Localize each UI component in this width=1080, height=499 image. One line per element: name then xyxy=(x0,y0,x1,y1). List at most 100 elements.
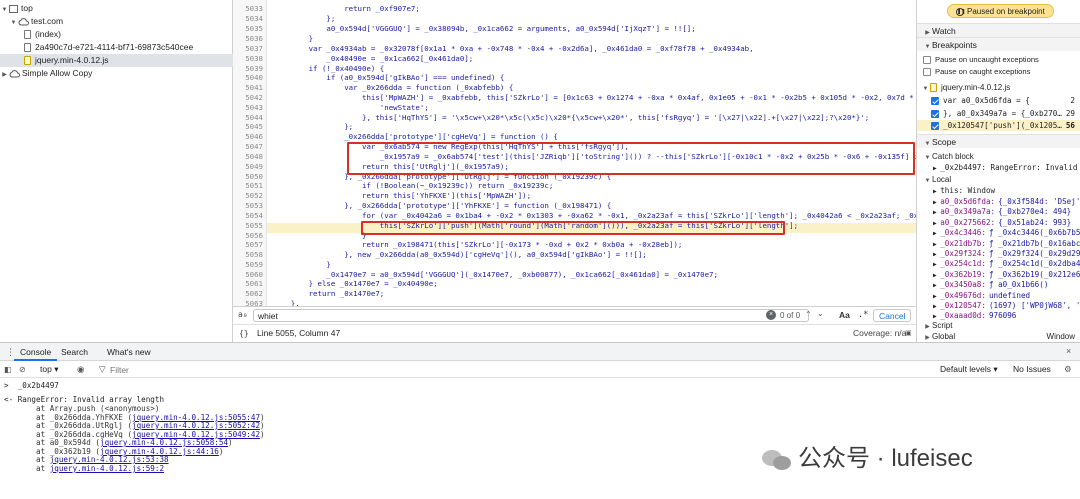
source-link[interactable]: jquery.min-4.0.12.js:5058:54 xyxy=(100,438,228,447)
regex-button[interactable]: .* xyxy=(858,310,868,320)
watch-section-header[interactable]: ▶ Watch xyxy=(917,23,1080,37)
line-number[interactable]: 5038 xyxy=(233,54,263,64)
context-selector[interactable]: top ▾ xyxy=(40,361,58,378)
global-scope-header[interactable]: ▶ Global Window xyxy=(917,331,1080,342)
sidebar-toggle-icon[interactable]: ◧ xyxy=(4,361,12,378)
issues-button[interactable]: No Issues xyxy=(1013,361,1051,378)
drawer-toggle-icon[interactable]: ▣ xyxy=(905,325,912,342)
line-number[interactable]: 5062 xyxy=(233,289,263,299)
this-row[interactable]: ▶ this: Window xyxy=(917,185,1080,196)
line-number[interactable]: 5059 xyxy=(233,260,263,270)
code-line[interactable]: if (a0_0x594d['gIkBAo'] === undefined) { xyxy=(273,73,504,83)
collapse-triangle-icon[interactable]: ▶ xyxy=(0,69,9,82)
code-line[interactable]: }, _0x266dda['prototype']['YhFKXE'] = fu… xyxy=(273,201,611,211)
breakpoint-file-group[interactable]: ▼ jquery.min-4.0.12.js xyxy=(917,82,1080,93)
clear-console-icon[interactable]: ⊘ xyxy=(19,361,26,378)
line-number[interactable]: 5034 xyxy=(233,14,263,24)
code-line[interactable]: this['MpWAZH'] = _0xabfebb, this['SZkrLo… xyxy=(273,93,916,103)
code-line[interactable]: var _0x266dda = function (_0xabfebb) { xyxy=(273,83,513,93)
line-number[interactable]: 5052 xyxy=(233,191,263,201)
line-number[interactable]: 5047 xyxy=(233,142,263,152)
source-link[interactable]: jquery.min-4.0.12.js:53:38 xyxy=(50,455,169,464)
search-input[interactable] xyxy=(253,309,809,322)
curly-braces-icon[interactable]: {} xyxy=(239,325,249,342)
code-line[interactable]: return _0xf907e7; xyxy=(273,4,420,14)
match-case-button[interactable]: Aa xyxy=(839,310,850,320)
scope-variable[interactable]: ▶ a0_0x349a7a: {_0xb270e4: 494} xyxy=(917,206,1080,217)
scope-section-header[interactable]: ▼ Scope xyxy=(917,134,1080,148)
cancel-button[interactable]: Cancel xyxy=(873,309,912,322)
search-toggle-icon[interactable]: a₀ xyxy=(238,310,248,319)
code-line[interactable]: return _0x1470e7; xyxy=(273,289,385,299)
clear-search-icon[interactable]: × xyxy=(766,310,776,320)
scope-variable[interactable]: ▶ _0x49676d: undefined xyxy=(917,290,1080,301)
log-levels-dropdown[interactable]: Default levels ▾ xyxy=(940,361,998,378)
frame-top[interactable]: ▼ top xyxy=(0,2,233,15)
pause-caught-checkbox[interactable]: Pause on caught exceptions xyxy=(917,66,1080,77)
line-number[interactable]: 5054 xyxy=(233,211,263,221)
file-item-jquery[interactable]: jquery.min-4.0.12.js xyxy=(0,54,233,67)
code-line[interactable]: 'newState'; xyxy=(273,103,429,113)
code-line[interactable]: } xyxy=(273,260,330,270)
breakpoints-section-header[interactable]: ▼ Breakpoints xyxy=(917,37,1080,51)
gear-icon[interactable]: ⚙ xyxy=(1064,361,1072,378)
source-link[interactable]: jquery.min-4.0.12.js:5052:42 xyxy=(132,421,260,430)
line-number[interactable]: 5043 xyxy=(233,103,263,113)
scope-variable[interactable]: ▶ _0x4c3446: ƒ _0x4c3446(_0x6b7b56, xyxy=(917,227,1080,238)
tab-console[interactable]: Console xyxy=(14,343,58,361)
line-number[interactable]: 5051 xyxy=(233,181,263,191)
code-line[interactable]: var _0x4934ab = _0x32078f[0x1a1 * 0xa + … xyxy=(273,44,754,54)
code-line[interactable]: } xyxy=(273,34,313,44)
code-line[interactable]: }, new _0x266dda(a0_0x594d)['cgHeVq'](),… xyxy=(273,250,647,260)
breakpoint-item[interactable]: var a0_0x5d6fda = {2 xyxy=(917,95,1080,106)
code-line[interactable]: }; xyxy=(273,14,335,24)
line-number[interactable]: 5045 xyxy=(233,122,263,132)
extension-item[interactable]: ▶ Simple Allow Copy xyxy=(0,67,233,80)
scope-variable[interactable]: ▶ _0x362b19: ƒ _0x362b19(_0x212e6c, xyxy=(917,269,1080,280)
tab-whats-new[interactable]: What's new xyxy=(101,343,157,361)
code-line[interactable]: }; xyxy=(273,122,353,132)
scope-variable[interactable]: ▶ _0x21db7b: ƒ _0x21db7b(_0x16abc1, xyxy=(917,238,1080,249)
scope-variable[interactable]: ▶ a0_0x275662: {_0x51ab24: 993} xyxy=(917,217,1080,228)
code-line[interactable]: a0_0x594d['VGGGUQ'] = _0x38094b, _0x1ca6… xyxy=(273,24,695,34)
code-line[interactable]: }, this['HqThYS'] = '\x5cw+\x20*\x5c(\x5… xyxy=(273,113,869,123)
line-number[interactable]: 5061 xyxy=(233,279,263,289)
chevron-down-icon[interactable]: ⌄ xyxy=(817,309,824,318)
scope-variable[interactable]: ▶ _0x120547:(1697) ['WP0jW68', '6l8 xyxy=(917,300,1080,311)
line-number[interactable]: 5049 xyxy=(233,162,263,172)
breakpoint-checkbox[interactable] xyxy=(931,97,939,105)
code-line[interactable]: for (var _0x4042a6 = 0x1ba4 + -0x2 * 0x1… xyxy=(273,211,916,221)
code-line[interactable]: } else _0x1470e7 = _0x40490e; xyxy=(273,279,438,289)
scope-variable[interactable]: ▶ _0x29f324: ƒ _0x29f324(_0x29d290, xyxy=(917,248,1080,259)
breakpoint-item-active[interactable]: _0x120547['push'](_0x1205… 56 xyxy=(917,120,1080,131)
scope-variable[interactable]: ▶ _0x254c1d: ƒ _0x254c1d(_0x2dba43, xyxy=(917,258,1080,269)
code-line[interactable]: _0x40490e = _0x1ca662[_0x461da0]; xyxy=(273,54,473,64)
breakpoint-item[interactable]: }, a0_0x349a7a = {_0xb270… 29 xyxy=(917,108,1080,119)
code-editor[interactable]: 5033 return _0xf907e7; 5034 }; 5035 a0_0x5… xyxy=(233,0,916,306)
line-number[interactable]: 5040 xyxy=(233,73,263,83)
domain-item[interactable]: ▼ test.com xyxy=(0,15,233,28)
breakpoint-checkbox[interactable] xyxy=(931,122,939,130)
scope-variable[interactable]: ▶ _0x3450a8: ƒ a0_0x1b66() xyxy=(917,279,1080,290)
line-number[interactable]: 5048 xyxy=(233,152,263,162)
line-number[interactable]: 5037 xyxy=(233,44,263,54)
eye-icon[interactable]: ◉ xyxy=(77,361,84,378)
line-number[interactable]: 5033 xyxy=(233,4,263,14)
line-number[interactable]: 5055 xyxy=(233,221,263,231)
script-scope-header[interactable]: ▶ Script xyxy=(917,320,1080,331)
scope-variable[interactable]: ▶ a0_0x5d6fda:{_0x3f584d: 'DSej', … xyxy=(917,196,1080,207)
catch-value[interactable]: ▶ _0x2b4497: RangeError: Invalid arr xyxy=(917,162,1080,173)
chevron-up-icon[interactable]: ⌃ xyxy=(805,310,812,319)
local-scope-header[interactable]: ▼ Local xyxy=(917,174,1080,185)
line-number[interactable]: 5063 xyxy=(233,299,263,306)
line-number[interactable]: 5036 xyxy=(233,34,263,44)
catch-block-header[interactable]: ▼ Catch block xyxy=(917,151,1080,162)
line-number[interactable]: 5035 xyxy=(233,24,263,34)
code-line[interactable]: if (!Boolean(~_0x19239c)) return _0x1923… xyxy=(273,181,553,191)
source-link[interactable]: jquery.min-4.0.12.js:59:2 xyxy=(50,464,164,473)
line-number[interactable]: 5041 xyxy=(233,83,263,93)
line-number[interactable]: 5053 xyxy=(233,201,263,211)
file-item-uuid[interactable]: 2a490c7d-e721-4114-bf71-69873c540cee xyxy=(0,41,233,54)
code-line[interactable]: }, xyxy=(273,299,300,306)
tab-search[interactable]: Search xyxy=(55,343,94,361)
